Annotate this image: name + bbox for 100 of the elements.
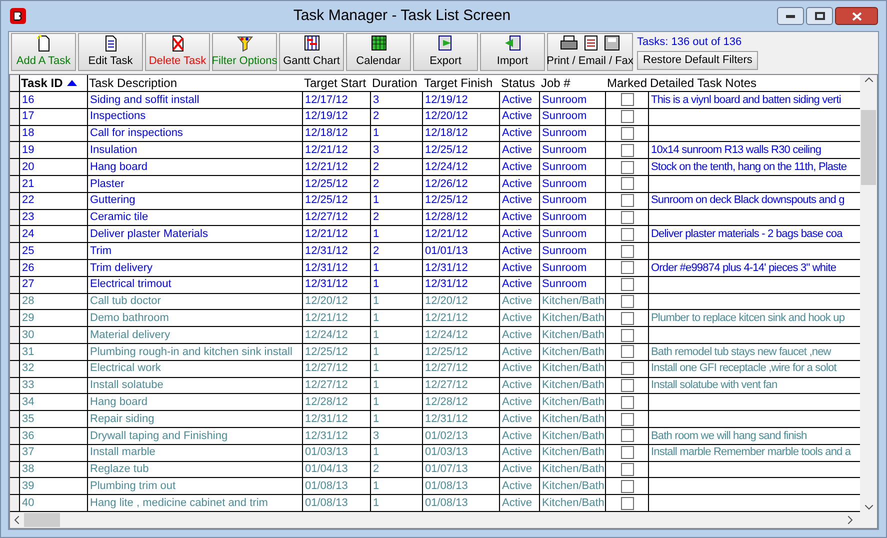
table-cell: Sunroom bbox=[540, 108, 606, 125]
marked-checkbox[interactable] bbox=[620, 446, 634, 460]
table-cell: Sunroom bbox=[540, 260, 606, 276]
column-header[interactable]: Target Start bbox=[303, 75, 371, 91]
table-cell: 20 bbox=[20, 159, 88, 175]
table-cell: 30 bbox=[20, 327, 88, 343]
column-header[interactable]: Task ID bbox=[20, 75, 88, 91]
marked-checkbox[interactable] bbox=[620, 496, 634, 510]
row-selector[interactable] bbox=[10, 276, 20, 293]
marked-checkbox[interactable] bbox=[620, 144, 634, 157]
column-header[interactable]: Job # bbox=[540, 75, 606, 91]
table-cell: Sunroom bbox=[540, 192, 606, 209]
table-cell: Call tub doctor bbox=[88, 294, 303, 310]
row-selector[interactable] bbox=[10, 428, 20, 444]
table-cell-text: Install one GFI receptacle ,wire for a solot bbox=[651, 361, 836, 376]
row-selector[interactable] bbox=[10, 462, 20, 478]
table-cell: 1 bbox=[371, 294, 423, 310]
marked-checkbox[interactable] bbox=[620, 462, 634, 476]
row-selector[interactable] bbox=[10, 327, 20, 343]
row-selector[interactable] bbox=[10, 444, 20, 461]
table-cell: 1 bbox=[371, 260, 423, 276]
marked-checkbox[interactable] bbox=[620, 396, 634, 409]
toolbar-button[interactable]: Filter Options bbox=[212, 33, 277, 71]
row-selector[interactable] bbox=[10, 210, 20, 226]
vertical-scrollbar[interactable] bbox=[860, 75, 877, 512]
toolbar-button[interactable]: Calendar bbox=[346, 33, 411, 71]
toolbar-button[interactable]: Add A Task bbox=[11, 33, 76, 71]
toolbar-button[interactable]: Edit Task bbox=[78, 33, 143, 71]
table-cell: 32 bbox=[20, 360, 88, 377]
marked-checkbox[interactable] bbox=[620, 429, 634, 442]
marked-checkbox[interactable] bbox=[620, 378, 634, 392]
table-cell: Active bbox=[500, 126, 540, 142]
row-selector[interactable] bbox=[10, 126, 20, 142]
row-selector[interactable] bbox=[10, 142, 20, 158]
marked-checkbox[interactable] bbox=[620, 328, 634, 342]
table-cell: 16 bbox=[20, 92, 88, 108]
row-selector[interactable] bbox=[10, 495, 20, 511]
table-cell: Demo bathroom bbox=[88, 310, 303, 326]
row-selector[interactable] bbox=[10, 344, 20, 360]
table-cell-text: Order #e99874 plus 4-14' pieces 3" white bbox=[651, 260, 836, 276]
column-header[interactable]: Target Finish bbox=[423, 75, 500, 91]
scroll-thumb[interactable] bbox=[24, 513, 60, 527]
table-cell: Kitchen/Bath bbox=[540, 294, 606, 310]
row-selector[interactable] bbox=[10, 478, 20, 494]
scroll-thumb[interactable] bbox=[861, 110, 876, 185]
toolbar-button[interactable]: Print / Email / Fax bbox=[547, 33, 633, 71]
marked-checkbox[interactable] bbox=[620, 480, 634, 493]
marked-checkbox[interactable] bbox=[620, 345, 634, 358]
close-button[interactable] bbox=[835, 7, 878, 25]
gantt-chart-icon bbox=[302, 34, 320, 52]
column-header[interactable]: Marked bbox=[606, 75, 649, 91]
table-cell: 12/21/12 bbox=[303, 310, 371, 326]
column-header[interactable]: Duration bbox=[371, 75, 423, 91]
table-cell: 19 bbox=[20, 142, 88, 158]
marked-checkbox[interactable] bbox=[620, 93, 634, 106]
close-icon bbox=[852, 12, 862, 20]
toolbar-button[interactable]: Export bbox=[413, 33, 478, 71]
restore-filters-button[interactable]: Restore Default Filters bbox=[637, 51, 758, 70]
marked-checkbox[interactable] bbox=[620, 228, 634, 241]
marked-checkbox[interactable] bbox=[620, 177, 634, 190]
marked-checkbox[interactable] bbox=[620, 412, 634, 426]
horizontal-scrollbar[interactable] bbox=[10, 512, 877, 528]
row-selector[interactable] bbox=[10, 108, 20, 125]
row-selector[interactable] bbox=[10, 260, 20, 276]
column-header[interactable]: Detailed Task Notes bbox=[649, 75, 860, 91]
row-selector[interactable] bbox=[10, 310, 20, 326]
marked-checkbox[interactable] bbox=[620, 160, 634, 174]
marked-checkbox[interactable] bbox=[620, 261, 634, 274]
table-cell: 17 bbox=[20, 108, 88, 125]
toolbar-button[interactable]: Gantt Chart bbox=[279, 33, 344, 71]
marked-checkbox[interactable] bbox=[620, 126, 634, 140]
marked-checkbox[interactable] bbox=[620, 312, 634, 325]
row-selector[interactable] bbox=[10, 378, 20, 394]
table-cell: Sunroom bbox=[540, 176, 606, 192]
row-selector[interactable] bbox=[10, 92, 20, 108]
row-selector[interactable] bbox=[10, 243, 20, 259]
marked-checkbox[interactable] bbox=[620, 194, 634, 208]
marked-checkbox[interactable] bbox=[620, 210, 634, 224]
row-selector[interactable] bbox=[10, 294, 20, 310]
table-cell: 12/31/12 bbox=[303, 260, 371, 276]
row-selector[interactable] bbox=[10, 192, 20, 209]
table-cell: 36 bbox=[20, 428, 88, 444]
maximize-button[interactable] bbox=[806, 7, 833, 25]
row-selector[interactable] bbox=[10, 176, 20, 192]
marked-checkbox[interactable] bbox=[620, 294, 634, 308]
minimize-button[interactable] bbox=[777, 7, 804, 25]
row-selector[interactable] bbox=[10, 360, 20, 377]
marked-checkbox[interactable] bbox=[620, 110, 634, 124]
table-cell: 12/19/12 bbox=[423, 92, 500, 108]
marked-checkbox[interactable] bbox=[620, 362, 634, 376]
column-header[interactable]: Status bbox=[500, 75, 540, 91]
column-header[interactable]: Task Description bbox=[88, 75, 303, 91]
row-selector[interactable] bbox=[10, 411, 20, 427]
row-selector[interactable] bbox=[10, 394, 20, 410]
scroll-down-icon bbox=[864, 505, 872, 510]
row-selector[interactable] bbox=[10, 159, 20, 175]
marked-checkbox[interactable] bbox=[620, 244, 634, 258]
row-selector[interactable] bbox=[10, 226, 20, 242]
marked-checkbox[interactable] bbox=[620, 278, 634, 292]
toolbar-button[interactable]: Import bbox=[480, 33, 545, 71]
